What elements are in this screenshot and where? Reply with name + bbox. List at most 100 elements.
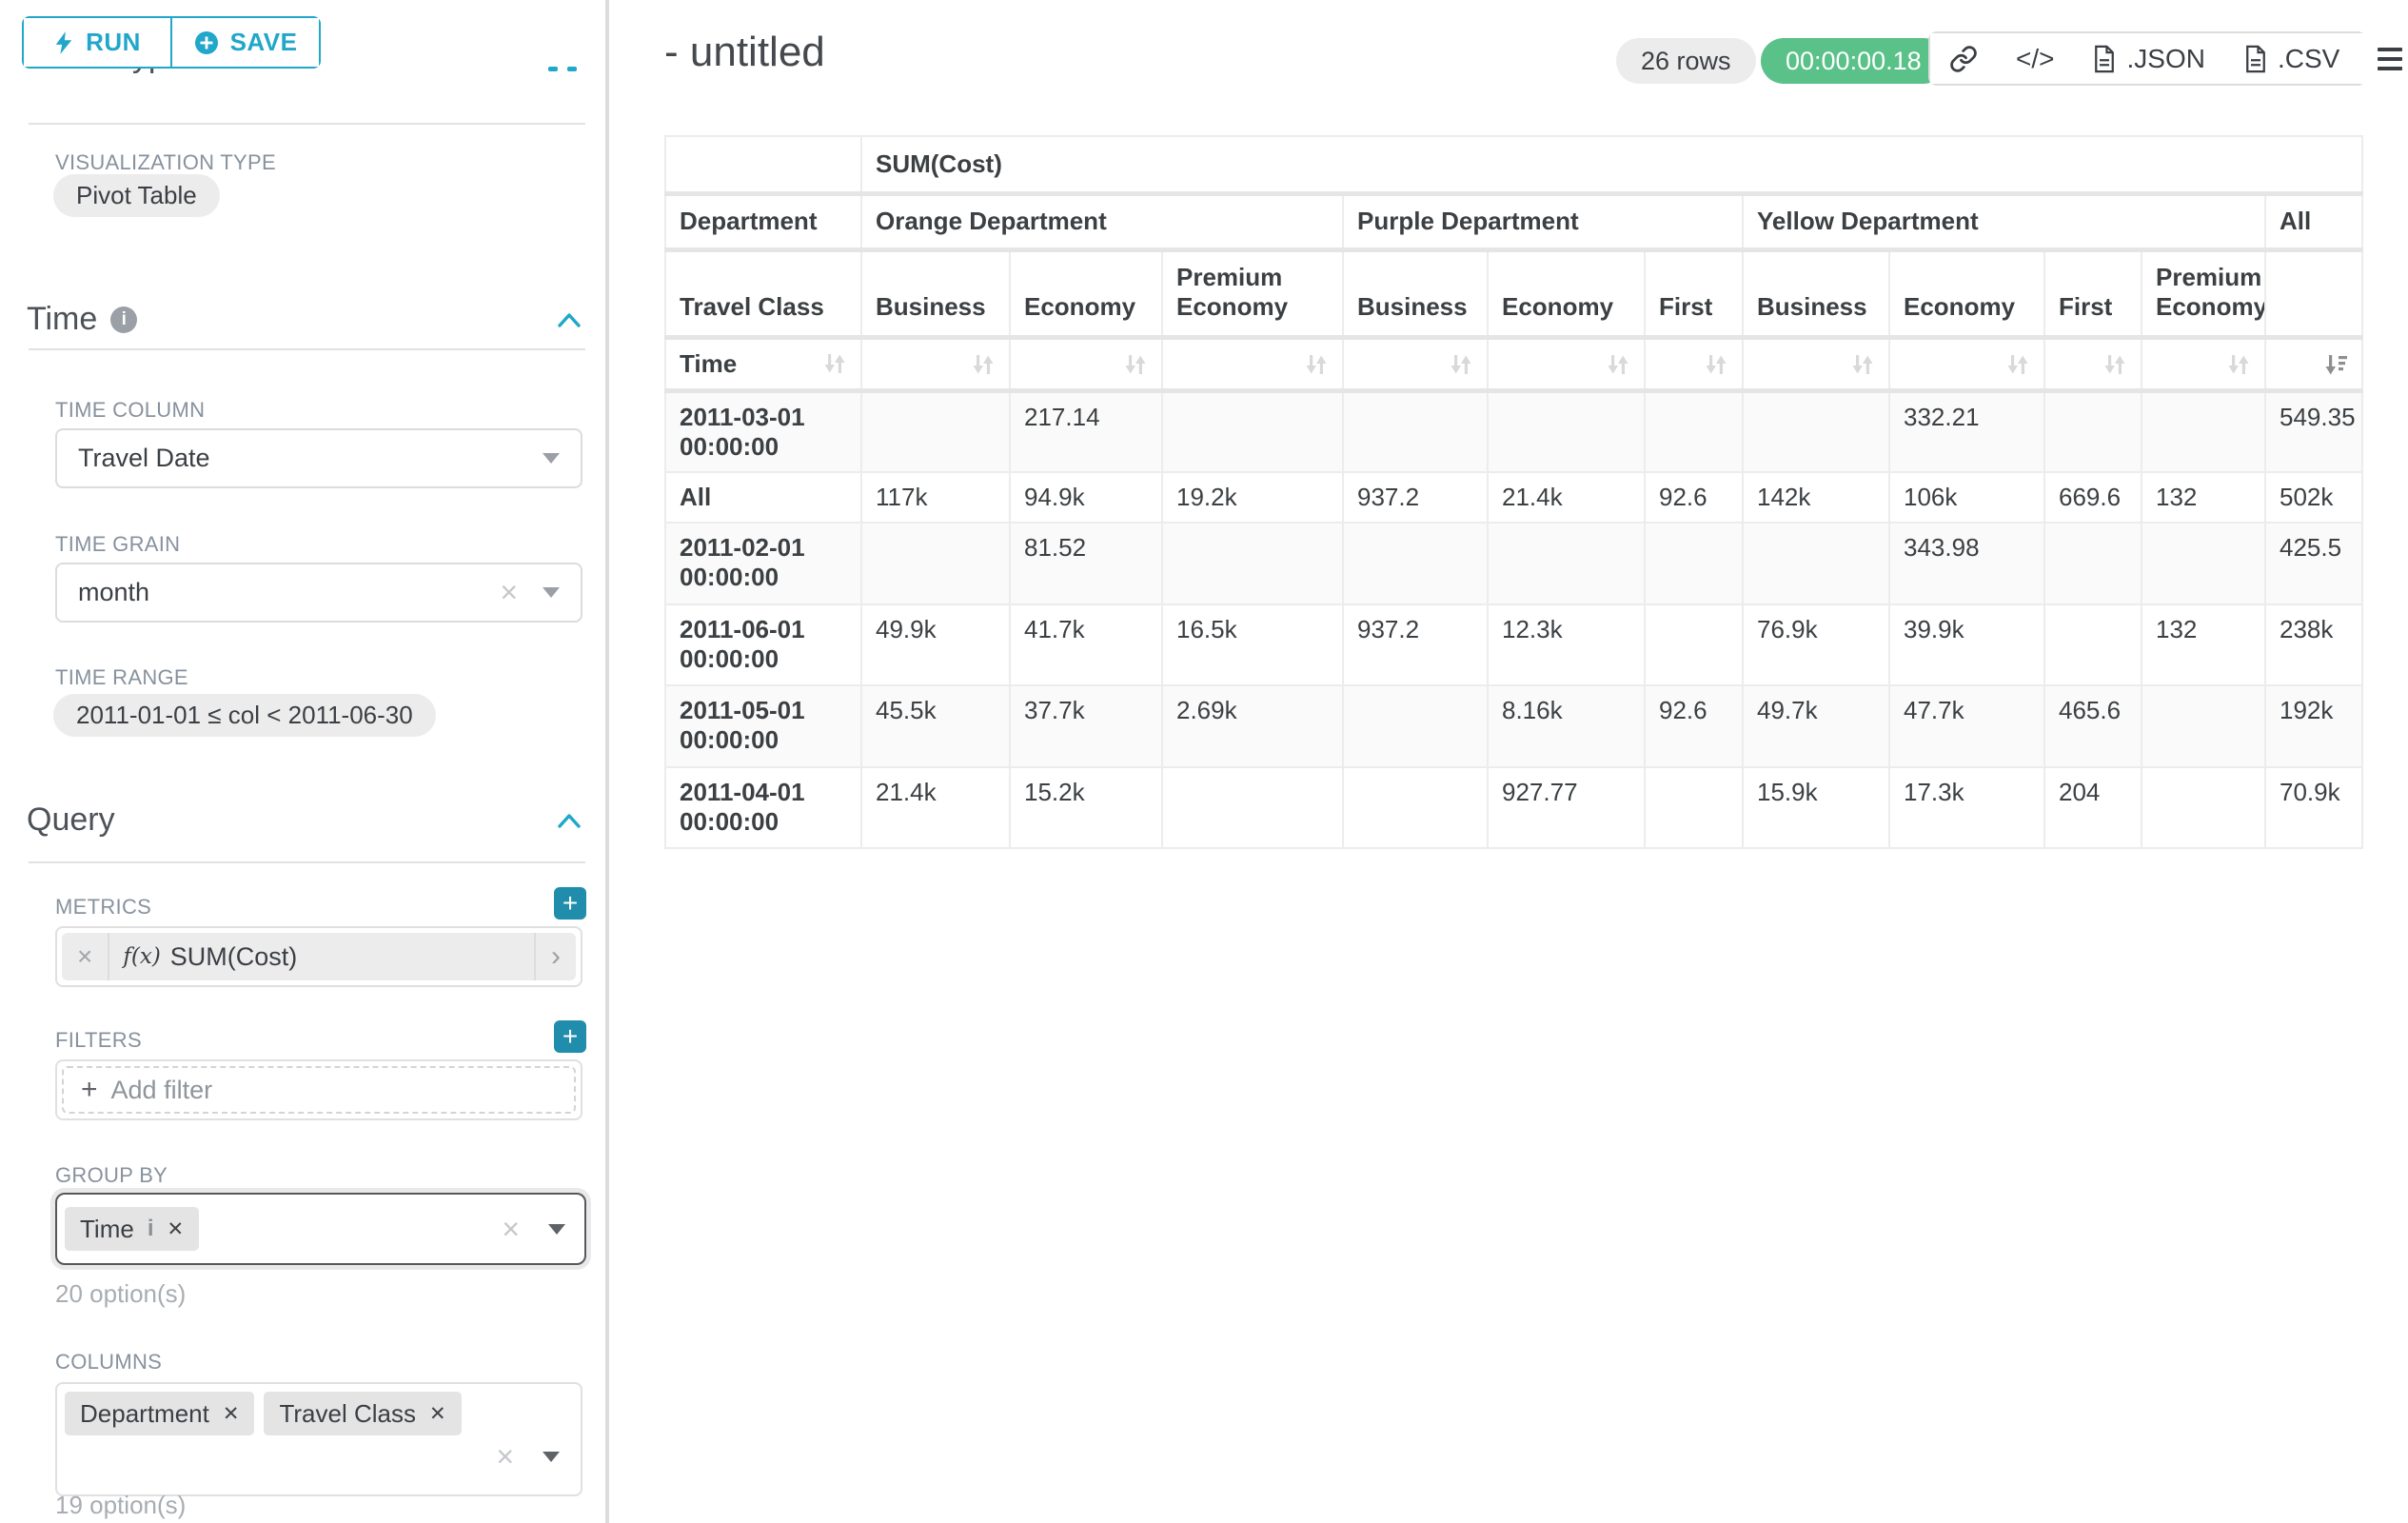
collapse-chevron-icon[interactable]	[556, 811, 582, 830]
sort-header-cell	[1645, 337, 1743, 390]
group-by-label: GROUP BY	[55, 1163, 168, 1188]
query-section-heading: Query	[27, 801, 115, 839]
pivot-cell	[1645, 390, 1743, 472]
sort-icon[interactable]	[2102, 352, 2127, 377]
pivot-row-label: 2011-02-01 00:00:00	[665, 523, 861, 604]
chevron-down-icon[interactable]	[548, 1224, 565, 1235]
pivot-cell: 106k	[1889, 472, 2044, 523]
column-class-header: First	[1645, 249, 1743, 337]
clear-icon[interactable]: ×	[496, 1439, 514, 1474]
share-link-button[interactable]	[1930, 33, 1997, 84]
pivot-row-label: 2011-06-01 00:00:00	[665, 604, 861, 685]
filters-label: FILTERS	[55, 1028, 142, 1053]
chevron-down-icon[interactable]	[543, 1452, 560, 1462]
pivot-cell: 39.9k	[1889, 604, 2044, 685]
pivot-cell: 217.14	[1010, 390, 1162, 472]
pivot-cell: 669.6	[2044, 472, 2142, 523]
pivot-cell	[2044, 523, 2142, 604]
collapse-chevron-icon[interactable]	[556, 310, 582, 329]
remove-tag-icon[interactable]: ✕	[167, 1217, 184, 1241]
pivot-cell: 19.2k	[1162, 472, 1343, 523]
pivot-cell	[1645, 523, 1743, 604]
clear-icon[interactable]: ×	[502, 1212, 520, 1247]
time-range-value[interactable]: 2011-01-01 ≤ col < 2011-06-30	[53, 694, 436, 737]
plus-circle-icon	[194, 30, 219, 55]
pivot-cell: 92.6	[1645, 472, 1743, 523]
json-file-icon	[2092, 45, 2117, 73]
corner-cell	[665, 136, 861, 193]
run-button[interactable]: RUN	[24, 18, 170, 67]
pivot-row-label: All	[665, 472, 861, 523]
info-icon[interactable]: i	[110, 307, 137, 333]
sort-icon[interactable]	[1704, 352, 1728, 377]
column-class-header: First	[2044, 249, 2142, 337]
sort-icon[interactable]	[822, 351, 847, 376]
table-row: 2011-04-01 00:00:0021.4k15.2k927.7715.9k…	[665, 767, 2362, 848]
export-toolbar: </> .JSON .CSV	[1928, 31, 2366, 86]
pivot-cell: 332.21	[1889, 390, 2044, 472]
pivot-cell	[2142, 523, 2265, 604]
sort-icon[interactable]	[2226, 352, 2251, 377]
sort-icon[interactable]	[1606, 352, 1630, 377]
filters-control: + Add filter	[55, 1059, 582, 1120]
scrolled-icon-remnant	[548, 67, 558, 71]
pivot-cell: 76.9k	[1743, 604, 1889, 685]
metrics-control: × f(x) SUM(Cost) ›	[55, 926, 582, 987]
columns-tag: Department ✕	[65, 1392, 254, 1435]
hamburger-icon	[2378, 48, 2402, 70]
chart-title[interactable]: - untitled	[664, 29, 825, 76]
remove-tag-icon[interactable]: ✕	[429, 1402, 446, 1426]
pivot-cell: 37.7k	[1010, 685, 1162, 767]
sort-header-cell	[1743, 337, 1889, 390]
menu-button[interactable]	[2359, 33, 2408, 84]
pivot-cell: 132	[2142, 604, 2265, 685]
sort-icon[interactable]	[1304, 352, 1329, 377]
visualization-type-value[interactable]: Pivot Table	[53, 174, 220, 217]
sort-icon[interactable]	[971, 352, 996, 377]
expand-metric-icon[interactable]: ›	[534, 933, 576, 980]
pivot-cell	[2142, 767, 2265, 848]
code-icon: </>	[2016, 44, 2054, 74]
export-json-button[interactable]: .JSON	[2073, 33, 2223, 84]
time-grain-select[interactable]: month ×	[55, 563, 582, 623]
pivot-cell: 21.4k	[1488, 472, 1645, 523]
sort-icon[interactable]	[2005, 352, 2030, 377]
metric-pill[interactable]: × f(x) SUM(Cost) ›	[62, 933, 576, 980]
time-column-select[interactable]: Travel Date	[55, 428, 582, 488]
fx-icon: f(x)	[123, 933, 160, 980]
sort-icon[interactable]	[1449, 352, 1473, 377]
sort-header-cell	[2265, 337, 2362, 390]
row-dimension-header: Department	[665, 193, 861, 249]
sort-icon[interactable]	[1123, 352, 1148, 377]
pivot-cell: 41.7k	[1010, 604, 1162, 685]
remove-tag-icon[interactable]: ✕	[223, 1402, 240, 1426]
plus-icon: +	[81, 1074, 98, 1106]
export-csv-button[interactable]: .CSV	[2224, 33, 2359, 84]
info-icon[interactable]: i	[148, 1216, 154, 1242]
pivot-row-label: 2011-04-01 00:00:00	[665, 767, 861, 848]
column-group-header: Yellow Department	[1743, 193, 2265, 249]
save-button[interactable]: SAVE	[172, 18, 319, 67]
group-by-select[interactable]: Time i ✕ ×	[55, 1193, 586, 1265]
column-group-header: Purple Department	[1343, 193, 1743, 249]
sort-icon[interactable]	[1850, 352, 1875, 377]
csv-file-icon	[2243, 45, 2268, 73]
column-class-header: Premium Economy	[1162, 249, 1343, 337]
query-timer-badge: 00:00:00.18	[1761, 38, 1946, 84]
add-metric-button[interactable]: +	[554, 887, 586, 920]
pivot-cell	[2044, 390, 2142, 472]
clear-icon[interactable]: ×	[500, 575, 518, 610]
view-query-button[interactable]: </>	[1997, 33, 2073, 84]
add-filter-plus-button[interactable]: +	[554, 1020, 586, 1053]
sort-descending-icon[interactable]	[2323, 352, 2348, 377]
pivot-cell: 465.6	[2044, 685, 2142, 767]
add-filter-button[interactable]: + Add filter	[62, 1066, 576, 1114]
pivot-cell	[1645, 604, 1743, 685]
column-class-header: Premium Economy	[2142, 249, 2265, 337]
columns-select[interactable]: Department ✕ Travel Class ✕ ×	[55, 1382, 582, 1496]
remove-metric-icon[interactable]: ×	[62, 933, 109, 980]
panel-scrollbar[interactable]	[605, 0, 609, 1523]
chart-area: - untitled 26 rows 00:00:00.18 </> .JSON…	[619, 0, 2408, 1523]
control-panel: Chart Type RUN SAVE VISUALIZATION TYPE P…	[0, 0, 619, 1523]
visualization-type-label: VISUALIZATION TYPE	[55, 150, 276, 175]
